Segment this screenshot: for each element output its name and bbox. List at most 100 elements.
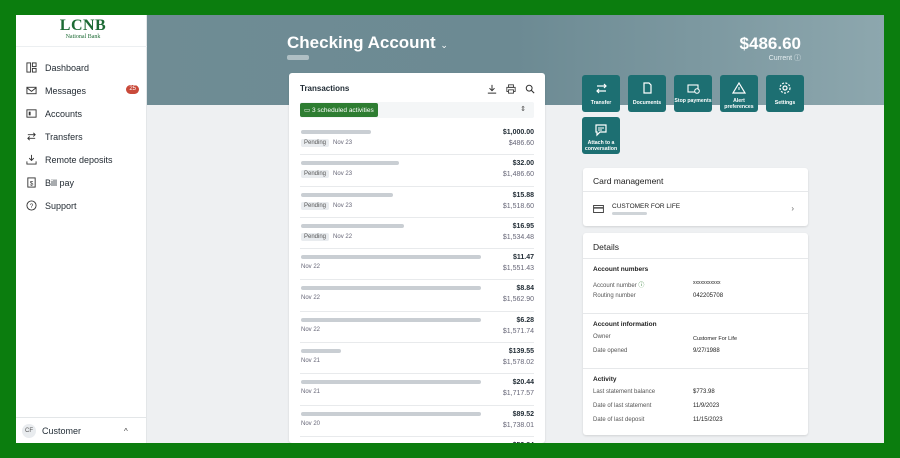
sidebar-item-label: Messages (45, 85, 87, 96)
transaction-row[interactable]: Nov 21 $20.44 $1,717.57 (300, 374, 534, 406)
transaction-amount: $15.88 (512, 191, 534, 199)
balance-label: Current (768, 55, 793, 62)
chevron-right-icon: › (791, 204, 794, 213)
sidebar-item-dashboard[interactable]: Dashboard (16, 56, 147, 79)
user-menu[interactable]: CF Customer ^ (16, 417, 147, 443)
documents-button[interactable]: Documents (628, 75, 666, 112)
details-panel: Details Account numbers Account number ⓘ… (583, 233, 808, 435)
transactions-title: Transactions (300, 84, 350, 93)
account-number-masked (287, 55, 309, 60)
card-row[interactable]: CUSTOMER FOR LIFE › (583, 191, 808, 225)
transaction-meta: Pending Nov 23 (301, 201, 353, 210)
section-heading: Account numbers (593, 266, 649, 273)
transaction-meta: Nov 21 (301, 358, 320, 364)
card-management-title: Card management (593, 176, 664, 186)
transaction-amount: $11.47 (512, 254, 534, 262)
action-label: Transfer (590, 100, 612, 106)
stop-payments-button[interactable]: Stop payments (674, 75, 712, 112)
transaction-amount: $139.55 (508, 348, 534, 356)
divider (16, 46, 147, 47)
scheduled-activities[interactable]: ▭ 3 scheduled activities ⇕ (300, 102, 534, 118)
attach-to-a-conversation-button[interactable]: Attach to a conversation (582, 117, 620, 154)
avatar: CF (22, 423, 36, 438)
running-balance: $1,571.74 (502, 327, 534, 335)
routing-number-value: 042205708 (693, 293, 724, 299)
info-icon[interactable]: ⓘ (638, 283, 644, 289)
sidebar-item-accounts[interactable]: Accounts (16, 102, 147, 125)
pending-badge: Pending (301, 201, 330, 210)
sidebar-item-remote-deposits[interactable]: Remote deposits (16, 148, 147, 171)
svg-text:$: $ (30, 180, 34, 187)
sidebar-item-transfers[interactable]: Transfers (16, 125, 147, 148)
sidebar-item-bill-pay[interactable]: $ Bill pay (16, 171, 147, 194)
transaction-meta: Nov 22 (301, 327, 320, 333)
transaction-description-redacted (301, 223, 404, 228)
user-name: Customer (42, 425, 82, 436)
running-balance: $1,738.01 (502, 421, 534, 429)
transaction-description-redacted (301, 317, 481, 322)
detail-key: Routing number (593, 293, 636, 299)
activity-section: Activity Last statement balance $773.98 … (583, 368, 808, 435)
sidebar: LCNB National Bank Dashboard Messages 25… (16, 15, 147, 443)
transaction-date: Nov 21 (301, 358, 321, 365)
deposit-icon (26, 154, 37, 165)
bill-icon: $ (26, 177, 37, 188)
action-label: Documents (632, 100, 662, 106)
alert-preferences-button[interactable]: Alert preferences (720, 75, 758, 112)
transaction-meta: Pending Nov 23 (301, 139, 352, 147)
action-label: Settings (774, 100, 796, 106)
pending-badge: Pending (301, 139, 330, 147)
transaction-amount: $89.52 (512, 410, 534, 418)
sidebar-item-label: Bill pay (45, 177, 75, 188)
transaction-meta: Pending Nov 23 (301, 170, 352, 179)
chat-icon (595, 124, 607, 137)
transactions-card: Transactions ▭ 3 scheduled activities ⇕ … (289, 73, 545, 443)
mail-icon (26, 85, 37, 96)
transaction-description-redacted (301, 130, 371, 134)
transaction-row[interactable]: Pending Nov 23 $1,000.00 $486.60 (300, 124, 534, 156)
transaction-meta: Nov 22 (301, 264, 320, 270)
sidebar-item-messages[interactable]: Messages 25 (16, 79, 147, 102)
transaction-date: Nov 22 (301, 264, 321, 271)
transaction-row[interactable]: Nov 21 $139.55 $1,578.02 (300, 343, 534, 375)
chevron-up-icon: ^ (124, 427, 128, 436)
transaction-date: Nov 22 (333, 233, 353, 240)
transaction-amount: $8.84 (516, 285, 534, 293)
section-heading: Activity (593, 376, 617, 383)
sidebar-item-label: Transfers (45, 131, 83, 142)
print-icon[interactable] (506, 81, 516, 99)
statement-date-value: 11/9/2023 (693, 403, 720, 409)
transaction-date: Nov 21 (301, 389, 321, 396)
search-icon[interactable] (525, 81, 535, 99)
transaction-description-redacted (301, 192, 393, 197)
transaction-row[interactable]: Nov 22 $11.47 $1,551.43 (300, 249, 534, 281)
transaction-row[interactable]: Pending Nov 23 $15.88 $1,518.60 (300, 187, 534, 218)
transaction-date: Nov 23 (333, 202, 353, 209)
page-title: Checking Account (287, 33, 436, 52)
bank-logo[interactable]: LCNB National Bank (58, 18, 108, 41)
transaction-row[interactable]: $53.84 (300, 437, 534, 443)
transaction-amount: $53.84 (513, 442, 534, 443)
download-icon[interactable] (487, 81, 497, 99)
stop-payment-icon (687, 84, 700, 94)
chevron-updown-icon: ⇕ (520, 106, 526, 113)
settings-button[interactable]: Settings (766, 75, 804, 112)
transaction-row[interactable]: Nov 22 $8.84 $1,562.90 (300, 280, 534, 312)
card-name: CUSTOMER FOR LIFE (612, 203, 681, 210)
help-icon: ? (26, 200, 37, 211)
transaction-row[interactable]: Pending Nov 23 $32.00 $1,486.60 (300, 155, 534, 187)
last-deposit-value: 11/15/2023 (693, 417, 723, 423)
date-opened-value: 9/27/1988 (693, 348, 720, 354)
sidebar-item-support[interactable]: ? Support (16, 194, 147, 217)
transaction-description-redacted (301, 349, 341, 354)
transaction-row[interactable]: Pending Nov 22 $16.95 $1,534.48 (300, 218, 534, 250)
transaction-amount: $16.95 (512, 222, 534, 230)
transaction-description-redacted (301, 161, 399, 166)
details-title: Details (593, 242, 619, 252)
transaction-row[interactable]: Nov 22 $6.28 $1,571.74 (300, 312, 534, 344)
transaction-row[interactable]: Nov 20 $89.52 $1,738.01 (300, 406, 534, 437)
account-selector[interactable]: Checking Account ⌄ (287, 33, 448, 53)
transaction-meta: Nov 20 (301, 421, 320, 427)
info-icon[interactable]: ⓘ (794, 55, 801, 62)
transfer-button[interactable]: Transfer (582, 75, 620, 112)
